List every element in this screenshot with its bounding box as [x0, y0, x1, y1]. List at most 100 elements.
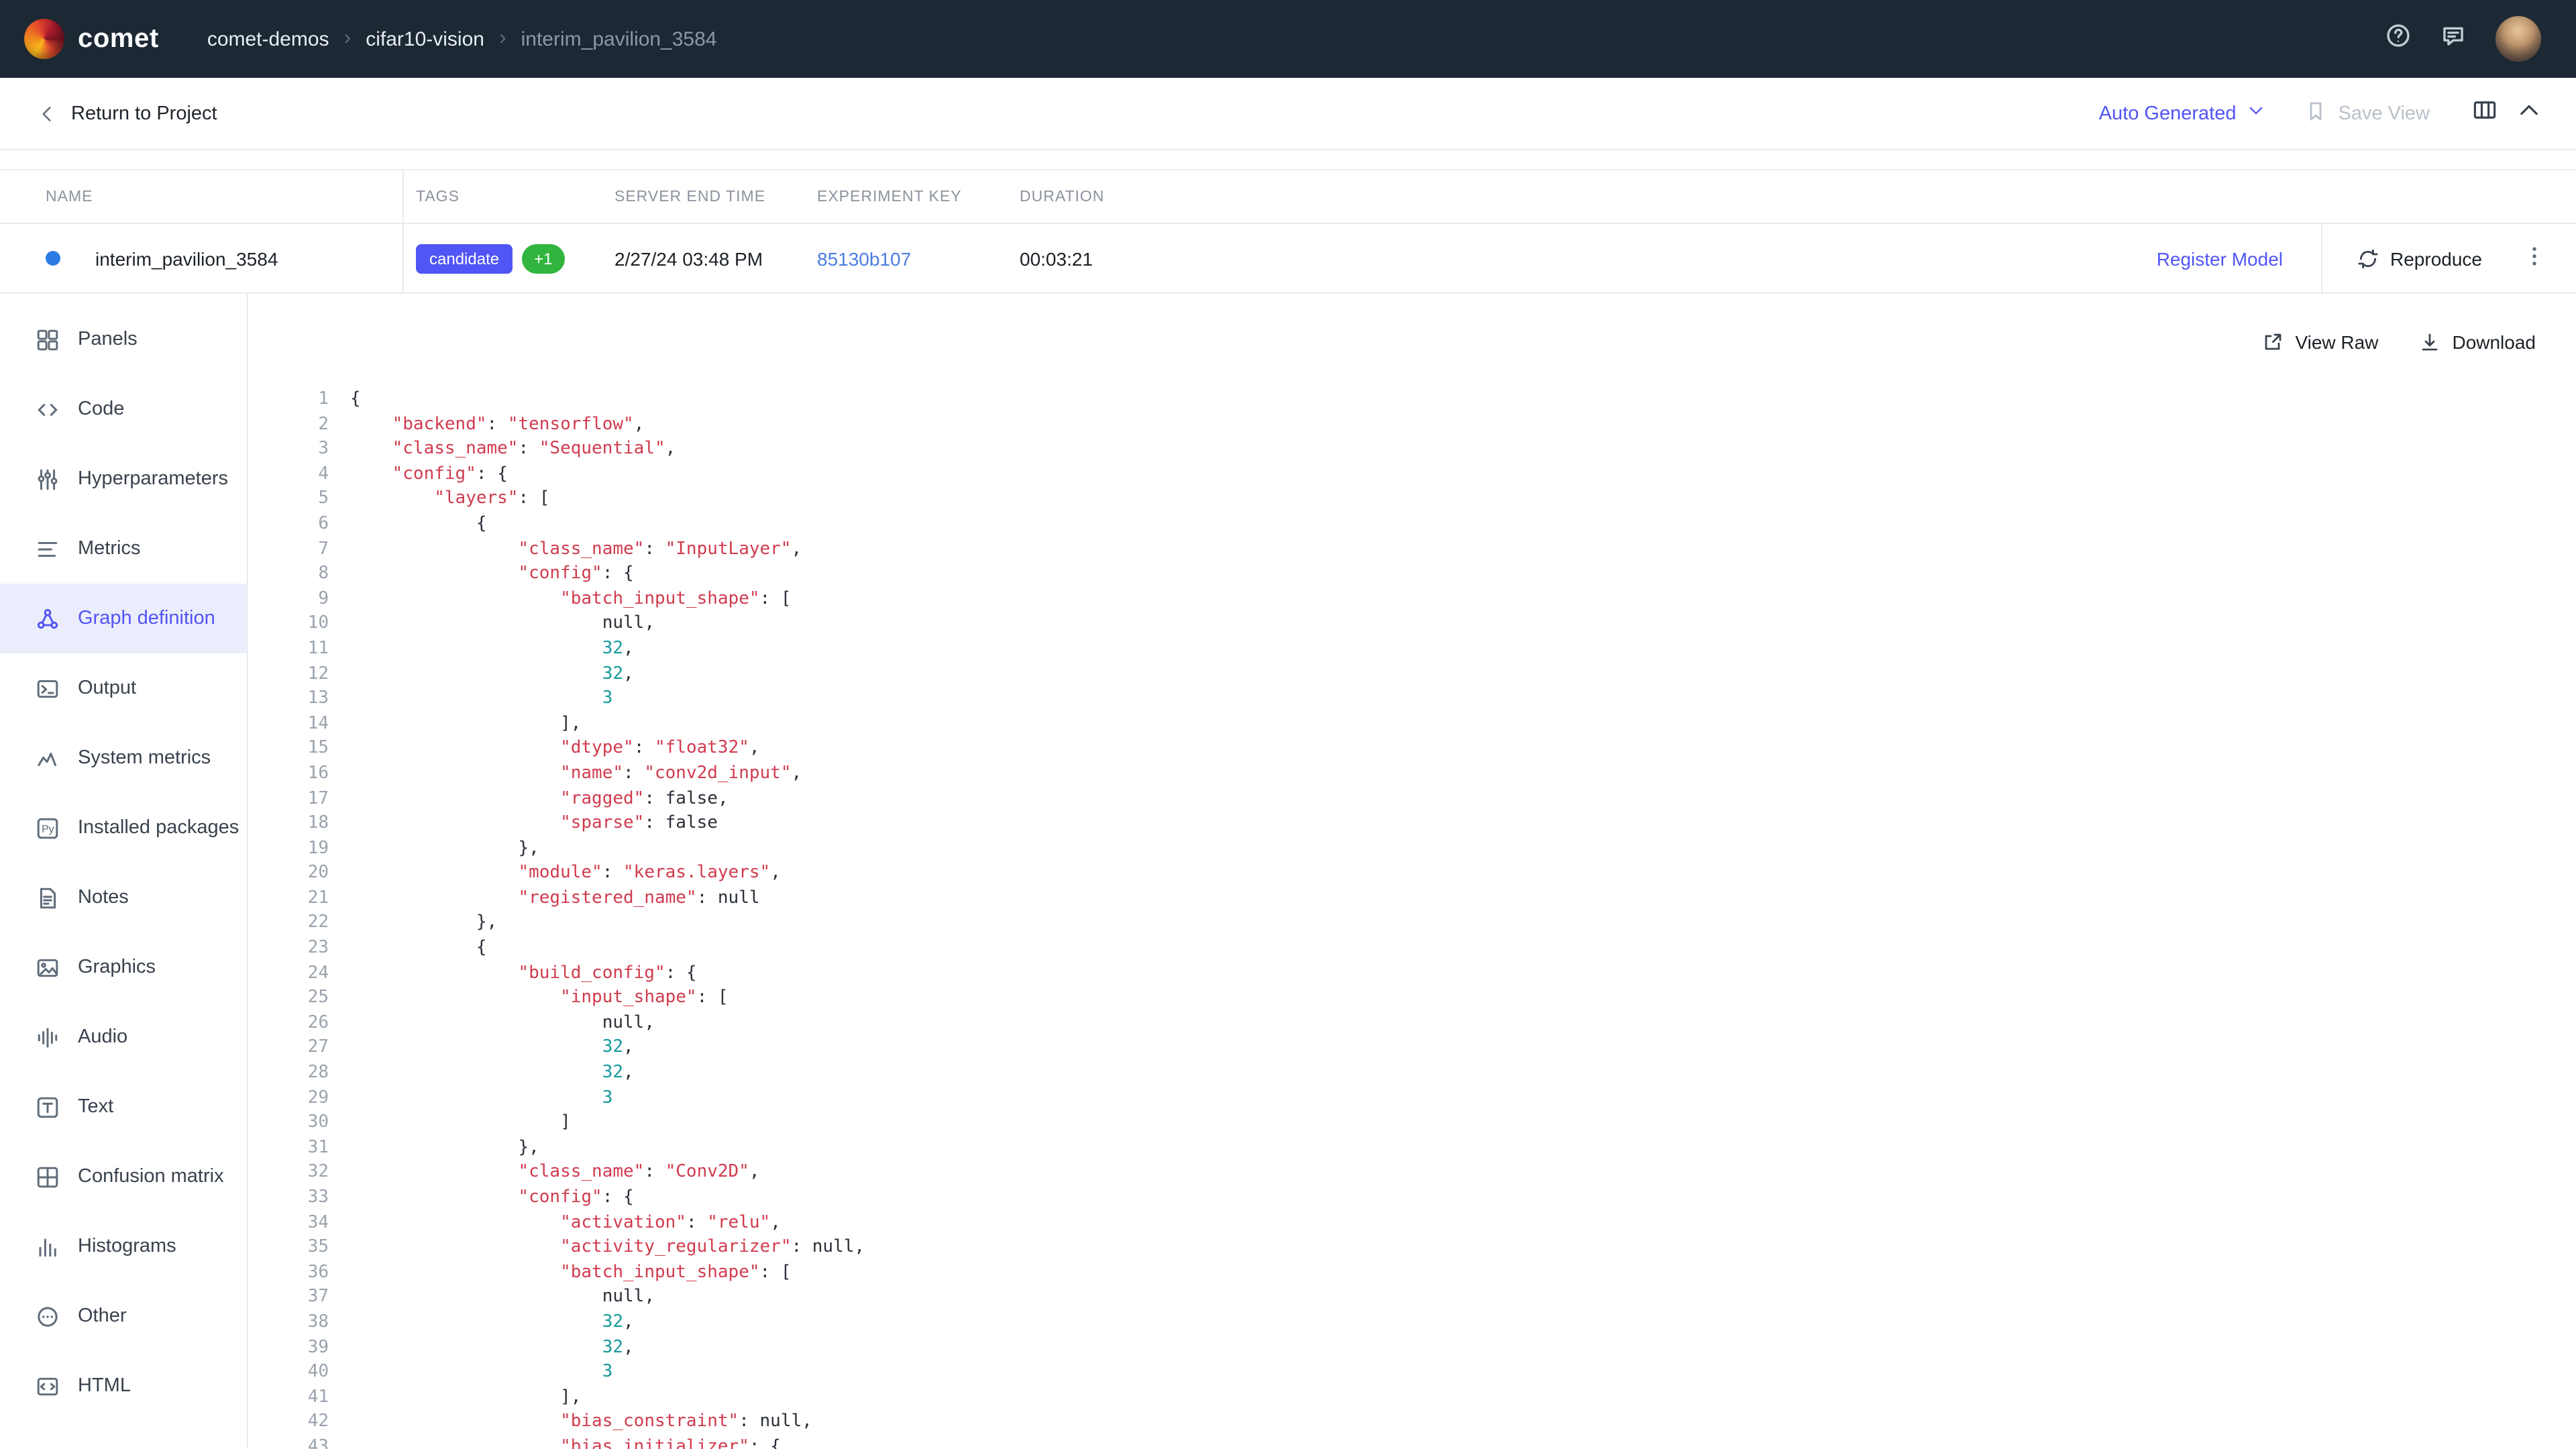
column-header-tags: TAGS: [402, 189, 614, 205]
line-number: 2: [248, 413, 329, 437]
code-line-content: "backend": "tensorflow",: [350, 413, 644, 437]
code-line: 14 ],: [248, 712, 2576, 737]
code-line-content: {: [350, 936, 487, 961]
comet-logo[interactable]: comet: [24, 19, 159, 59]
line-number: 28: [248, 1061, 329, 1086]
download-label: Download: [2452, 331, 2536, 353]
breadcrumb-item-comet-demos[interactable]: comet-demos: [207, 28, 329, 50]
line-number: 6: [248, 513, 329, 537]
sidebar-item-hyperparameters[interactable]: Hyperparameters: [0, 444, 247, 514]
line-number: 12: [248, 662, 329, 687]
line-number: 43: [248, 1436, 329, 1449]
sidebar-item-confusion-matrix[interactable]: Confusion matrix: [0, 1142, 247, 1212]
code-line: 33 "config": {: [248, 1186, 2576, 1211]
sidebar-item-graphics[interactable]: Graphics: [0, 932, 247, 1002]
column-header-duration: DURATION: [1020, 189, 1208, 205]
code-line-content: ]: [350, 1111, 571, 1136]
code-viewer[interactable]: 1{2 "backend": "tensorflow",3 "class_nam…: [248, 388, 2576, 1449]
code-line-content: "ragged": false,: [350, 787, 729, 812]
row-menu-button[interactable]: [2522, 244, 2546, 272]
line-number: 30: [248, 1111, 329, 1136]
code-line-content: 32,: [350, 1061, 634, 1086]
code-line: 3 "class_name": "Sequential",: [248, 437, 2576, 462]
code-line-content: 32,: [350, 1036, 634, 1061]
help-button[interactable]: [2385, 23, 2411, 55]
table-view-icon: [2473, 98, 2497, 129]
save-view-button[interactable]: Save View: [2305, 100, 2430, 127]
code-line-content: 3: [350, 1086, 612, 1111]
sidebar-item-output[interactable]: Output: [0, 653, 247, 723]
view-selector-dropdown[interactable]: Auto Generated: [2099, 102, 2265, 125]
code-line: 10 null,: [248, 612, 2576, 637]
code-line: 25 "input_shape": [: [248, 987, 2576, 1012]
code-line-content: "class_name": "Sequential",: [350, 437, 676, 462]
sidebar-item-label: Installed packages: [78, 817, 239, 839]
name-column-divider: [402, 170, 404, 297]
svg-text:Py: Py: [42, 823, 54, 835]
code-line-content: "layers": [: [350, 488, 549, 513]
sidebar-item-label: Hyperparameters: [78, 468, 228, 490]
sidebar: Panels Code Hyperparameters MetricsGraph de…: [0, 294, 248, 1449]
sidebar-item-other[interactable]: Other: [0, 1281, 247, 1351]
view-raw-label: View Raw: [2295, 331, 2378, 353]
comet-logo-text: comet: [78, 23, 159, 54]
register-model-link[interactable]: Register Model: [2157, 248, 2283, 269]
app-header: comet comet-demos›cifar10-vision›interim…: [0, 0, 2576, 78]
line-number: 4: [248, 463, 329, 488]
code-line: 12 32,: [248, 662, 2576, 687]
line-number: 29: [248, 1086, 329, 1111]
sidebar-item-notes[interactable]: Notes: [0, 863, 247, 932]
code-line: 29 3: [248, 1086, 2576, 1111]
breadcrumb-item-cifar10-vision[interactable]: cifar10-vision: [366, 28, 484, 50]
html-icon: [36, 1375, 59, 1397]
back-chevron-icon: [38, 104, 56, 123]
sidebar-item-label: Code: [78, 398, 124, 420]
code-line: 34 "activation": "relu",: [248, 1211, 2576, 1236]
sidebar-item-label: Graphics: [78, 957, 156, 978]
line-number: 18: [248, 812, 329, 837]
sidebar-item-label: Audio: [78, 1026, 127, 1048]
code-line-content: "bias_constraint": null,: [350, 1411, 812, 1436]
code-line: 36 "batch_input_shape": [: [248, 1261, 2576, 1286]
sidebar-item-system-metrics[interactable]: System metrics: [0, 723, 247, 793]
sidebar-item-installed-packages[interactable]: Py Installed packages: [0, 793, 247, 863]
code-line-content: "module": "keras.layers",: [350, 862, 781, 887]
tag-overflow-badge[interactable]: +1: [522, 244, 564, 273]
sidebar-item-histograms[interactable]: Histograms: [0, 1212, 247, 1281]
sidebar-item-code[interactable]: Code: [0, 374, 247, 444]
sidebar-item-html[interactable]: HTML: [0, 1351, 247, 1421]
chevron-down-icon: [2247, 102, 2265, 125]
line-number: 8: [248, 562, 329, 587]
sidebar-item-metrics[interactable]: Metrics: [0, 514, 247, 584]
line-number: 42: [248, 1411, 329, 1436]
table-view-button[interactable]: [2473, 98, 2497, 129]
code-line: 11 32,: [248, 637, 2576, 662]
feedback-icon: [2440, 23, 2466, 55]
download-button[interactable]: Download: [2418, 331, 2536, 353]
sidebar-item-audio[interactable]: Audio: [0, 1002, 247, 1072]
code-line-content: "activity_regularizer": null,: [350, 1236, 865, 1260]
line-number: 1: [248, 388, 329, 413]
user-avatar[interactable]: [2496, 16, 2541, 62]
sidebar-item-text[interactable]: Text: [0, 1072, 247, 1142]
code-line-content: {: [350, 388, 361, 413]
experiment-key-link[interactable]: 85130b107: [817, 248, 911, 269]
line-number: 17: [248, 787, 329, 812]
reproduce-button[interactable]: Reproduce: [2357, 248, 2482, 269]
line-number: 10: [248, 612, 329, 637]
sidebar-item-label: Notes: [78, 887, 129, 908]
collapse-button[interactable]: [2517, 98, 2541, 129]
code-line: 28 32,: [248, 1061, 2576, 1086]
sidebar-item-panels[interactable]: Panels: [0, 305, 247, 374]
experiment-row[interactable]: interim_pavilion_3584 candidate+1 2/27/2…: [0, 224, 2576, 294]
feedback-button[interactable]: [2440, 23, 2466, 55]
code-line-content: ],: [350, 712, 581, 737]
column-header-name: NAME: [0, 189, 402, 205]
code-line-content: 32,: [350, 1311, 634, 1336]
kebab-menu-icon: [2522, 244, 2546, 272]
code-line-content: 3: [350, 1360, 612, 1385]
line-number: 37: [248, 1286, 329, 1311]
return-to-project-button[interactable]: Return to Project: [38, 103, 217, 124]
sidebar-item-graph-definition[interactable]: Graph definition: [0, 584, 247, 653]
view-raw-button[interactable]: View Raw: [2261, 331, 2378, 353]
